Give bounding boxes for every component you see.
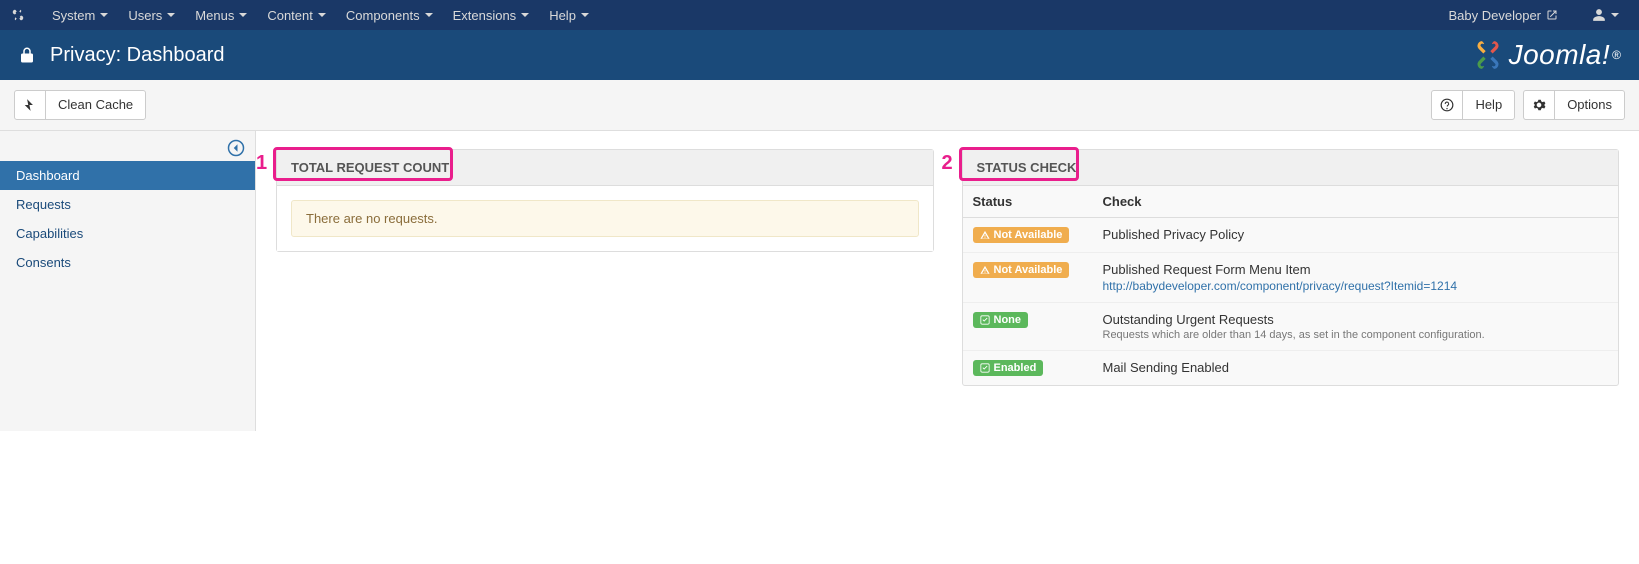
panel-request-count-title: TOTAL REQUEST COUNT <box>291 160 449 175</box>
joomla-icon[interactable] <box>10 7 26 23</box>
panel-status-check-title: STATUS CHECK <box>977 160 1077 175</box>
status-badge: Not Available <box>973 262 1070 278</box>
check-link[interactable]: http://babydeveloper.com/component/priva… <box>1103 279 1609 293</box>
status-row: Enabled Mail Sending Enabled <box>963 351 1619 386</box>
alert-triangle-icon <box>980 230 990 240</box>
status-row: None Outstanding Urgent Requests Requests … <box>963 303 1619 351</box>
nav-users[interactable]: Users <box>118 0 185 30</box>
nav-components[interactable]: Components <box>336 0 443 30</box>
clean-cache-button[interactable]: Clean Cache <box>45 90 146 120</box>
status-row: Not Available Published Privacy Policy <box>963 218 1619 253</box>
nav-user-menu[interactable] <box>1582 0 1629 30</box>
help-icon-button[interactable] <box>1431 90 1463 120</box>
top-nav: System Users Menus Content Components Ex… <box>0 0 1639 30</box>
nav-extensions[interactable]: Extensions <box>443 0 540 30</box>
annotation-1: 1 <box>256 152 267 175</box>
checkbox-icon <box>980 363 990 373</box>
gear-icon <box>1532 98 1546 112</box>
options-button[interactable]: Options <box>1554 90 1625 120</box>
column-request-count: 1 TOTAL REQUEST COUNT There are no reque… <box>276 149 934 413</box>
status-badge: Enabled <box>973 360 1044 376</box>
check-text: Mail Sending Enabled <box>1103 360 1609 375</box>
column-status-check: 2 STATUS CHECK Status Check Not Availabl… <box>962 149 1620 413</box>
page-title: Privacy: Dashboard <box>50 44 225 67</box>
header-bar: Privacy: Dashboard Joomla! ® <box>0 30 1639 80</box>
check-col-header: Check <box>1093 186 1619 218</box>
panel-request-count: TOTAL REQUEST COUNT There are no request… <box>276 149 934 252</box>
status-badge: Not Available <box>973 227 1070 243</box>
sidebar-item-requests[interactable]: Requests <box>0 190 255 219</box>
lock-icon <box>18 46 36 64</box>
nav-content[interactable]: Content <box>257 0 336 30</box>
nav-menus[interactable]: Menus <box>185 0 257 30</box>
check-subtext: Requests which are older than 14 days, a… <box>1103 329 1609 341</box>
panel-status-check: STATUS CHECK Status Check Not Available P… <box>962 149 1620 386</box>
status-row: Not Available Published Request Form Menu… <box>963 253 1619 303</box>
content: 1 TOTAL REQUEST COUNT There are no reque… <box>256 131 1639 431</box>
check-text: Outstanding Urgent Requests <box>1103 312 1609 327</box>
question-icon <box>1440 98 1454 112</box>
check-text: Published Request Form Menu Item <box>1103 262 1609 277</box>
toolbar: Clean Cache Help Options <box>0 80 1639 131</box>
nav-help[interactable]: Help <box>539 0 599 30</box>
no-requests-alert: There are no requests. <box>291 200 919 237</box>
nav-user-site-link[interactable]: Baby Developer <box>1439 0 1569 30</box>
status-badge: None <box>973 312 1029 328</box>
sidebar-collapse-icon[interactable] <box>227 139 245 157</box>
sidebar-item-capabilities[interactable]: Capabilities <box>0 219 255 248</box>
sidebar-item-consents[interactable]: Consents <box>0 248 255 277</box>
options-icon-button[interactable] <box>1523 90 1555 120</box>
clean-cache-icon-button[interactable] <box>14 90 46 120</box>
alert-triangle-icon <box>980 265 990 275</box>
joomla-brand: Joomla! ® <box>1471 38 1621 72</box>
nav-system[interactable]: System <box>42 0 118 30</box>
status-col-header: Status <box>963 186 1093 218</box>
user-icon <box>1592 8 1606 22</box>
bolt-icon <box>23 98 37 112</box>
sidebar: DashboardRequestsCapabilitiesConsents <box>0 131 256 431</box>
sidebar-item-dashboard[interactable]: Dashboard <box>0 161 255 190</box>
help-button[interactable]: Help <box>1462 90 1515 120</box>
main: DashboardRequestsCapabilitiesConsents 1 … <box>0 131 1639 431</box>
checkbox-icon <box>980 315 990 325</box>
annotation-2: 2 <box>942 152 953 175</box>
joomla-logo-icon <box>1471 38 1505 72</box>
external-link-icon <box>1546 9 1558 21</box>
check-text: Published Privacy Policy <box>1103 227 1609 242</box>
